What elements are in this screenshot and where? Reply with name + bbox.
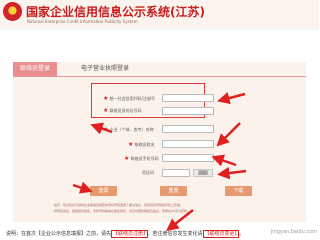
- annotation-arrows: [72, 92, 247, 232]
- arrow-to-enterprise-name: [90, 122, 113, 135]
- arrow-to-liaison-phone: [211, 154, 237, 167]
- arrow-to-liaison-name: [216, 122, 241, 147]
- arrow-to-register-link: [166, 209, 194, 232]
- arrow-to-login-button: [72, 181, 93, 194]
- arrow-to-form-box: [217, 92, 246, 105]
- arrow-to-captcha: [217, 166, 247, 180]
